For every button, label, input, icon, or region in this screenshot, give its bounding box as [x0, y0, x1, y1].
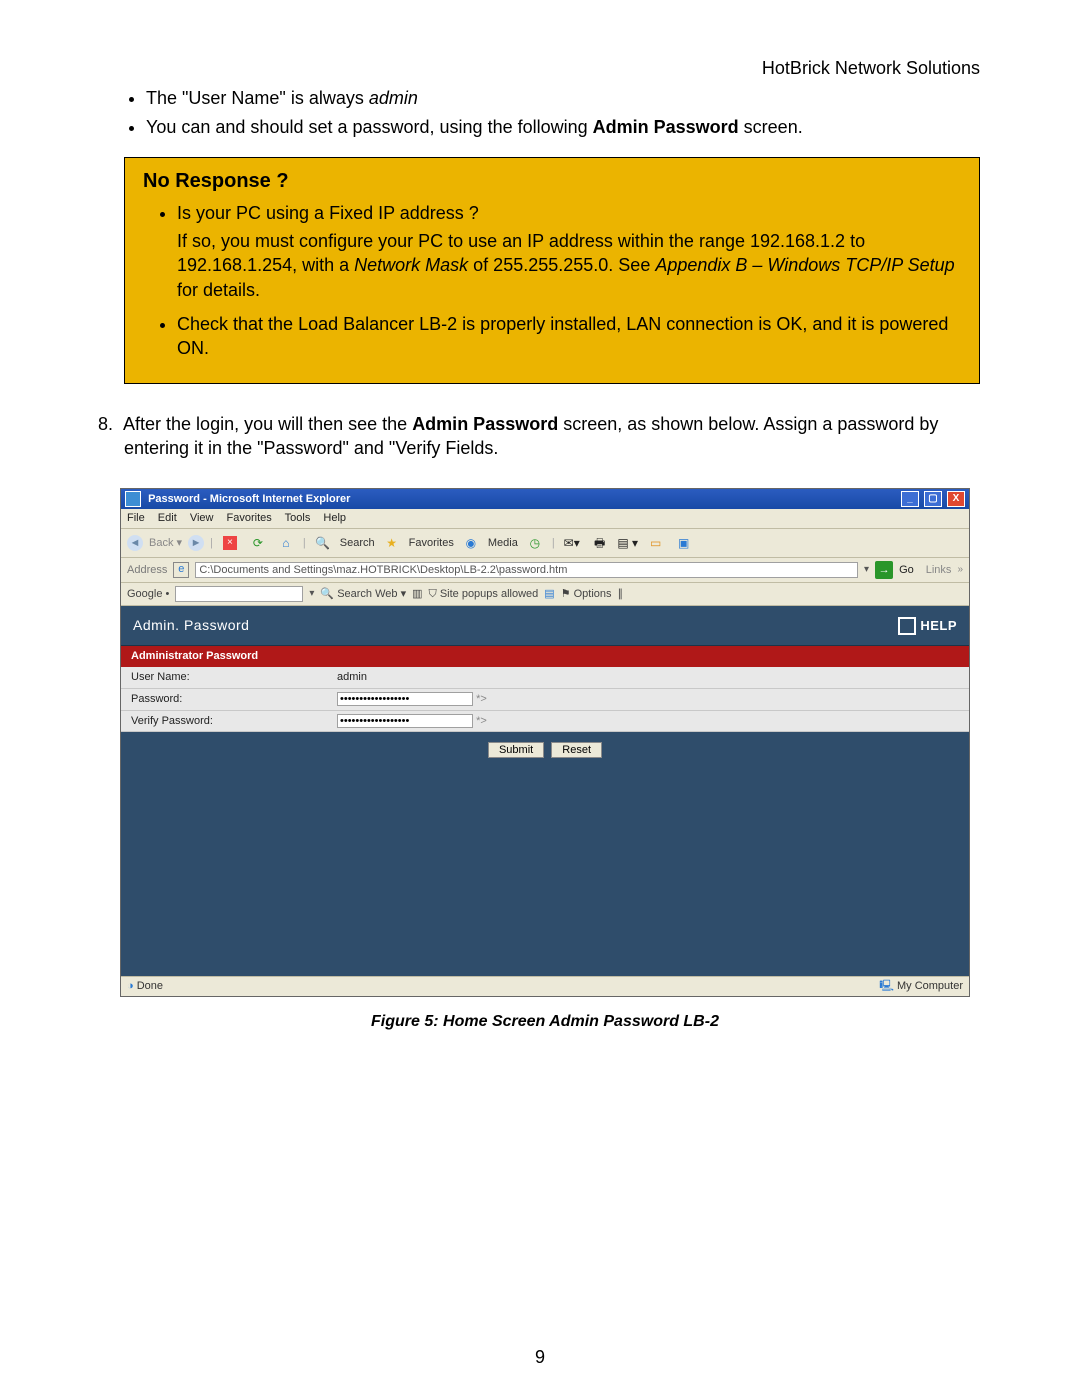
intro-bullet-2-bold: Admin Password	[593, 117, 739, 137]
step-8: 8. After the login, you will then see th…	[98, 412, 980, 461]
media-label[interactable]: Media	[488, 536, 518, 551]
intro-bullet-2: You can and should set a password, using…	[146, 115, 980, 139]
print-icon[interactable]: 🖶	[589, 532, 611, 554]
status-done: ◑ Done	[127, 979, 163, 994]
google-autofill[interactable]: ▤	[544, 587, 554, 602]
home-button[interactable]: ⌂	[275, 532, 297, 554]
intro-bullet-list: The "User Name" is always admin You can …	[100, 86, 980, 139]
page-number: 9	[0, 1345, 1080, 1369]
row-password: Password: *>	[121, 689, 969, 711]
intro-bullet-1-italic: admin	[369, 88, 418, 108]
sep: |	[210, 536, 213, 551]
submit-button[interactable]: Submit	[488, 742, 544, 758]
browser-menubar: File Edit View Favorites Tools Help	[121, 509, 969, 529]
intro-bullet-1: The "User Name" is always admin	[146, 86, 980, 110]
favorites-label[interactable]: Favorites	[409, 536, 454, 551]
step-8-number: 8.	[98, 414, 123, 434]
maximize-button[interactable]: ▢	[924, 491, 942, 507]
address-input[interactable]	[195, 562, 858, 578]
sep: |	[552, 536, 555, 551]
page-title: Admin. Password	[133, 616, 249, 635]
search-icon[interactable]: 🔍	[312, 532, 334, 554]
password-input[interactable]	[337, 692, 473, 706]
verify-password-input[interactable]	[337, 714, 473, 728]
media-icon[interactable]: ◉	[460, 532, 482, 554]
google-search-web-button[interactable]: 🔍 Search Web ▾	[320, 587, 406, 602]
google-pagerank[interactable]: ▥	[412, 587, 422, 602]
google-logo[interactable]: Google •	[127, 587, 169, 602]
section-header: Administrator Password	[121, 646, 969, 667]
password-label: Password:	[121, 689, 331, 710]
intro-bullet-1-pre: The "User Name" is always	[146, 88, 369, 108]
browser-title-text: Password - Microsoft Internet Explorer	[125, 491, 350, 507]
verify-password-label: Verify Password:	[121, 711, 331, 732]
close-button[interactable]: X	[947, 491, 965, 507]
page-icon: e	[173, 562, 189, 578]
help-icon	[898, 617, 916, 635]
intro-bullet-2-post: screen.	[739, 117, 803, 137]
row-username: User Name: admin	[121, 667, 969, 689]
discuss-icon[interactable]: ▭	[645, 532, 667, 554]
figure-caption: Figure 5: Home Screen Admin Password LB-…	[120, 1011, 970, 1033]
refresh-button[interactable]: ⟳	[247, 532, 269, 554]
history-icon[interactable]: ◷	[524, 532, 546, 554]
links-label[interactable]: Links	[926, 563, 952, 578]
google-options[interactable]: ⚑ Options	[561, 587, 612, 602]
browser-window: Password - Microsoft Internet Explorer _…	[120, 488, 970, 997]
username-label: User Name:	[121, 667, 331, 688]
google-search-input[interactable]	[175, 586, 303, 602]
go-label[interactable]: Go	[899, 563, 914, 578]
no-response-callout: No Response ? Is your PC using a Fixed I…	[124, 157, 980, 384]
reset-button[interactable]: Reset	[551, 742, 602, 758]
callout-q1: Is your PC using a Fixed IP address ?	[177, 203, 479, 223]
status-zone: 🖳 My Computer	[879, 979, 963, 994]
running-header: HotBrick Network Solutions	[100, 56, 980, 80]
menu-help[interactable]: Help	[323, 512, 346, 524]
google-toolbar: Google • ▾ 🔍 Search Web ▾ ▥ ⛉ Site popup…	[121, 583, 969, 606]
row-verify-password: Verify Password: *>	[121, 711, 969, 733]
menu-edit[interactable]: Edit	[158, 512, 177, 524]
browser-viewport: Admin. Password HELP Administrator Passw…	[121, 606, 969, 976]
mail-icon[interactable]: ✉▾	[561, 532, 583, 554]
address-dropdown[interactable]: ▾	[864, 563, 869, 577]
ie-icon	[125, 491, 141, 507]
search-label[interactable]: Search	[340, 536, 375, 551]
go-button[interactable]: →	[875, 561, 893, 579]
menu-file[interactable]: File	[127, 512, 145, 524]
callout-q1-detail: If so, you must configure your PC to use…	[177, 229, 961, 302]
back-button[interactable]: ◄	[127, 535, 143, 551]
google-more[interactable]: ∥	[618, 587, 624, 602]
forward-button[interactable]: ►	[188, 535, 204, 551]
callout-q2: Check that the Load Balancer LB-2 is pro…	[177, 312, 961, 361]
browser-toolbar: ◄ Back ▾ ► | × ⟳ ⌂ | 🔍 Search ★ Favorite…	[121, 529, 969, 558]
address-label: Address	[127, 563, 167, 578]
address-bar-row: Address e ▾ → Go Links »	[121, 558, 969, 583]
my-computer-icon: 🖳	[879, 980, 894, 992]
stop-button[interactable]: ×	[219, 532, 241, 554]
form-buttons: Submit Reset	[121, 732, 969, 768]
intro-bullet-2-pre: You can and should set a password, using…	[146, 117, 593, 137]
username-value: admin	[331, 667, 969, 688]
menu-favorites[interactable]: Favorites	[227, 512, 272, 524]
step-8-bold: Admin Password	[412, 414, 558, 434]
window-buttons: _ ▢ X	[899, 491, 965, 507]
research-icon[interactable]: ▣	[673, 532, 695, 554]
google-popup-blocker[interactable]: ⛉ Site popups allowed	[429, 587, 539, 602]
minimize-button[interactable]: _	[901, 491, 919, 507]
menu-tools[interactable]: Tools	[285, 512, 311, 524]
browser-statusbar: ◑ Done 🖳 My Computer	[121, 976, 969, 996]
menu-view[interactable]: View	[190, 512, 214, 524]
callout-title: No Response ?	[143, 168, 961, 195]
sep: |	[303, 536, 306, 551]
google-search-dropdown[interactable]: ▾	[309, 587, 314, 601]
step-8-text-a: After the login, you will then see the	[123, 414, 412, 434]
browser-titlebar: Password - Microsoft Internet Explorer _…	[121, 489, 969, 509]
favorites-icon[interactable]: ★	[381, 532, 403, 554]
edit-icon[interactable]: ▤ ▾	[617, 532, 639, 554]
done-icon: ◑	[127, 980, 134, 992]
help-link[interactable]: HELP	[898, 617, 957, 635]
